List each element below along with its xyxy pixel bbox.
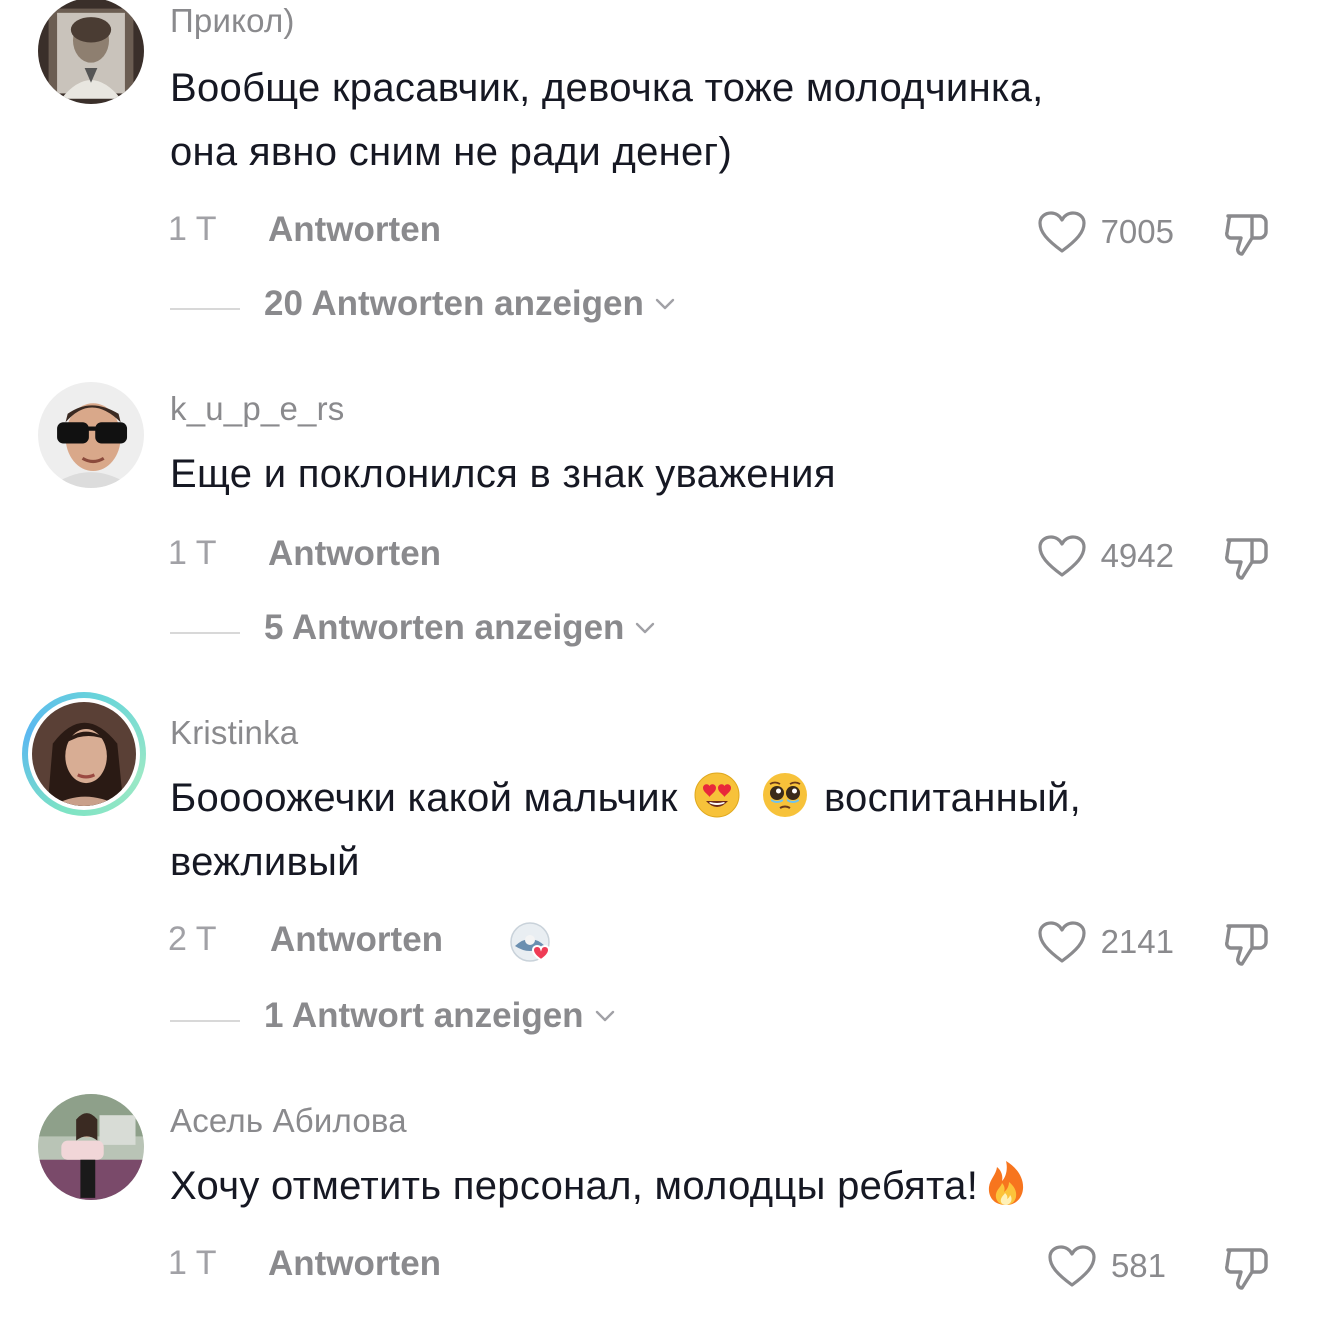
comment-time: 1 T [168,534,217,572]
thumbs-down-icon[interactable] [1222,918,1274,970]
comment-text-line: Еще и поклонился в знак уважения [170,452,836,496]
avatar-image [38,382,144,488]
avatar-image [38,0,144,104]
avatar-image [32,702,136,806]
comment-text: Боооожечки какой мальчик воспитанный, ве… [170,766,1280,894]
view-replies-button[interactable]: 20 Antworten anzeigen [264,284,678,324]
reply-button[interactable]: Antworten [268,210,441,250]
comment-username[interactable]: Kristinka [170,714,298,752]
like-count: 581 [1110,1247,1166,1284]
comment-meta: 1 T Antworten 581 [0,1244,1320,1294]
like-button[interactable]: 4942 [1037,534,1174,578]
comment-text-line: Хочу отметить персонал, молодцы ребята! [170,1154,1280,1218]
thumbs-down-icon[interactable] [1222,208,1274,260]
avatar[interactable] [38,0,144,104]
chevron-down-icon [595,1010,614,1022]
like-button[interactable]: 581 [1047,1244,1166,1288]
divider [170,1020,240,1022]
view-replies-button[interactable]: 1 Antwort anzeigen [264,996,618,1036]
view-replies-row[interactable]: 1 Antwort anzeigen [0,996,1320,1046]
avatar [32,702,136,806]
view-replies-row[interactable]: 5 Antworten anzeigen [0,608,1320,658]
view-replies-row[interactable]: 20 Antworten anzeigen [0,284,1320,334]
heart-outline-icon [1048,1245,1096,1287]
comment-meta: 2 T Antworten 2141 [0,920,1320,970]
creator-liked-heart-icon [510,922,551,962]
comment-username[interactable]: k_u_p_e_rs [170,390,344,428]
chevron-down-icon [636,622,655,634]
heart-eyes-emoji [694,772,740,818]
comment-text-segment: Боооожечки какой мальчик [170,776,678,820]
comment-text-segment: Хочу отметить персонал, молодцы ребята! [170,1164,979,1208]
view-replies-label: 1 Antwort anzeigen [264,996,584,1035]
comment-text-line: вежливый [170,840,360,884]
comment-time: 2 T [168,920,217,958]
comment-text-segment: воспитанный, [823,776,1082,820]
pleading-face-emoji [762,773,807,817]
comment-text-line: Боооожечки какой мальчик воспитанный, [170,766,1280,830]
like-count: 7005 [1100,213,1174,250]
fire-emoji [989,1161,1024,1205]
view-replies-button[interactable]: 5 Antworten anzeigen [264,608,658,648]
story-ring[interactable] [22,692,146,816]
thumbs-down-icon[interactable] [1222,1242,1274,1294]
divider [170,632,240,634]
like-count: 2141 [1100,923,1174,960]
chevron-down-icon [655,298,675,310]
comment-meta: 1 T Antworten 7005 [0,210,1320,260]
view-replies-label: 5 Antworten anzeigen [264,608,625,647]
heart-outline-icon [1037,535,1086,577]
creator-liked-avatar [508,920,558,970]
like-button[interactable]: 2141 [1037,920,1174,964]
reply-button[interactable]: Antworten [268,534,441,574]
avatar-image [38,1094,144,1200]
view-replies-label: 20 Antworten anzeigen [264,284,644,323]
reply-button[interactable]: Antworten [268,1244,441,1284]
heart-outline-icon [1037,921,1086,963]
like-button[interactable]: 7005 [1037,210,1174,254]
comment-time: 1 T [168,1244,217,1282]
comment-text: Хочу отметить персонал, молодцы ребята! [170,1154,1280,1218]
comment-text: Еще и поклонился в знак уважения [170,442,1280,506]
avatar[interactable] [38,382,144,488]
reply-button[interactable]: Antworten [270,920,443,960]
thumbs-down-icon[interactable] [1222,532,1274,584]
comment-text-line: Вообще красавчик, девочка тоже молодчинк… [170,66,1044,110]
comment-time: 1 T [168,210,217,248]
like-count: 4942 [1100,537,1174,574]
comment-text-line: она явно сним не ради денег) [170,130,733,174]
heart-outline-icon [1037,211,1086,253]
avatar[interactable] [38,1094,144,1200]
comment-text: Вообще красавчик, девочка тоже молодчинк… [170,56,1280,184]
comment-username[interactable]: Асель Абилова [170,1102,407,1140]
divider [170,308,240,310]
comment-username[interactable]: Прикол) [170,2,295,40]
comment-meta: 1 T Antworten 4942 [0,534,1320,584]
